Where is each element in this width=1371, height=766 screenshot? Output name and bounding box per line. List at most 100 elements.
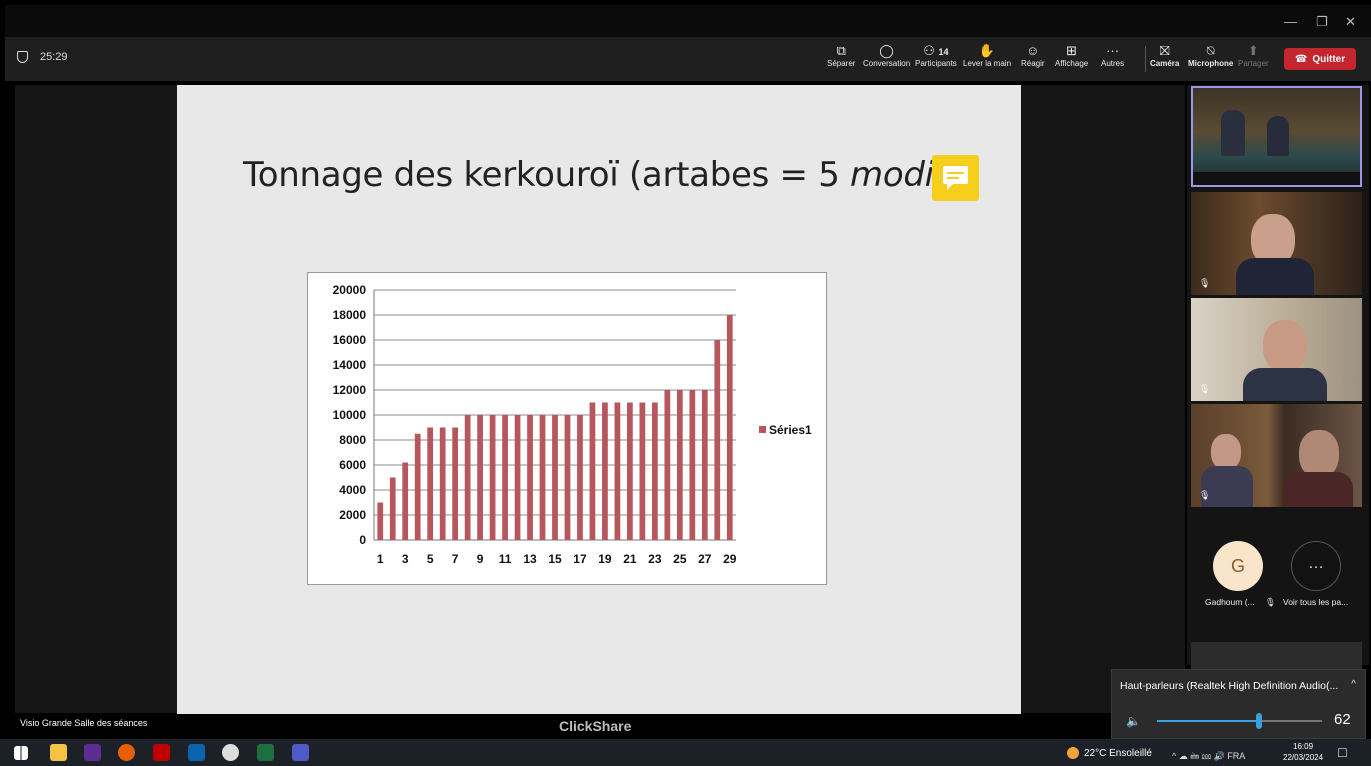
- pop-out-button[interactable]: ⧉ Séparer: [827, 43, 855, 68]
- taskbar-clock[interactable]: 16:09 22/03/2024: [1283, 741, 1323, 763]
- bar: [552, 415, 558, 540]
- start-icon[interactable]: [14, 746, 28, 760]
- x-tick-label: 21: [623, 552, 637, 566]
- volume-slider[interactable]: [1157, 713, 1322, 729]
- bar: [377, 502, 384, 540]
- panel-placeholder: [1191, 642, 1362, 672]
- video-tile-participant-2[interactable]: 🎙: [1191, 192, 1362, 295]
- bar: [714, 340, 721, 540]
- slide-title-main: Tonnage des kerkouroï (artabes = 5: [243, 155, 851, 195]
- video-tile-room[interactable]: [1191, 86, 1362, 187]
- comment-icon: [932, 155, 979, 201]
- react-button[interactable]: ☺ Réagir: [1021, 43, 1045, 68]
- camera-label: Caméra: [1150, 59, 1180, 68]
- speaker-icon[interactable]: 🔈: [1126, 714, 1141, 728]
- people-icon: ⚇ 14: [923, 43, 949, 58]
- room-label: Visio Grande Salle des séances: [18, 717, 150, 729]
- y-tick-label: 6000: [339, 458, 366, 472]
- system-tray[interactable]: ^ ☁ 🖮 ⅏ 🔊 FRA: [1172, 749, 1245, 765]
- grid-icon: ⊞: [1066, 43, 1078, 58]
- participants-count: 14: [938, 47, 949, 57]
- bar: [502, 415, 508, 540]
- x-tick-label: 17: [573, 552, 587, 566]
- screen: — ❐ ✕ 25:29 ⧉ Séparer ◯ Conversation ⚇ 1…: [0, 0, 1371, 766]
- bar: [726, 315, 733, 540]
- microphone-button[interactable]: ⍉ Microphone: [1188, 43, 1233, 68]
- see-all-label[interactable]: Voir tous les pa...: [1283, 597, 1348, 607]
- y-tick-label: 18000: [333, 308, 367, 322]
- bar: [689, 390, 696, 540]
- x-tick-label: 9: [477, 552, 484, 566]
- volume-slider-thumb[interactable]: [1256, 713, 1263, 729]
- y-tick-label: 0: [359, 533, 366, 547]
- see-all-participants-button[interactable]: ···: [1291, 541, 1341, 591]
- restore-button[interactable]: ❐: [1316, 14, 1328, 30]
- react-label: Réagir: [1021, 59, 1045, 68]
- x-tick-label: 19: [598, 552, 612, 566]
- browser-icon[interactable]: [222, 744, 239, 761]
- y-tick-label: 12000: [333, 383, 367, 397]
- share-label: Partager: [1238, 59, 1269, 68]
- chevron-up-icon[interactable]: ^: [1351, 679, 1356, 690]
- x-tick-label: 1: [377, 552, 384, 566]
- raise-hand-button[interactable]: ✋ Lever la main: [963, 43, 1011, 68]
- outlook-icon[interactable]: [188, 744, 205, 761]
- bar: [651, 402, 658, 540]
- file-explorer-icon[interactable]: [50, 744, 67, 761]
- more-icon: ···: [1106, 43, 1120, 58]
- mic-off-icon: 🎙: [1199, 490, 1211, 500]
- filezilla-icon[interactable]: [153, 744, 170, 761]
- participants-button[interactable]: ⚇ 14 Participants: [915, 43, 957, 68]
- bar: [439, 427, 446, 540]
- bar: [414, 433, 421, 540]
- bar: [564, 415, 571, 540]
- bar-chart-svg: 0 2000 4000 6000 8000 10000 12000 14000 16000 180…: [333, 283, 812, 566]
- microphone-label: Microphone: [1188, 59, 1234, 68]
- timer-text: 25:29: [40, 51, 68, 63]
- share-button[interactable]: ⬆ Partager: [1238, 43, 1269, 68]
- bar: [539, 415, 546, 540]
- bar: [639, 402, 646, 540]
- participant-name: Gadhoum (... 🎙: [1205, 597, 1276, 608]
- raise-hand-icon: ✋: [978, 43, 996, 58]
- teams-icon[interactable]: [292, 744, 309, 761]
- bar: [527, 415, 533, 540]
- avatar[interactable]: G: [1213, 541, 1263, 591]
- bar: [464, 415, 471, 540]
- y-tick-label: 2000: [339, 508, 366, 522]
- y-tick-label: 20000: [333, 283, 367, 297]
- more-button[interactable]: ··· Autres: [1101, 43, 1124, 68]
- x-tick-label: 29: [723, 552, 737, 566]
- firefox-icon[interactable]: [118, 744, 135, 761]
- clickshare-watermark: ClickShare: [559, 718, 632, 734]
- minimize-button[interactable]: —: [1284, 14, 1297, 29]
- audio-device-selector[interactable]: Haut-parleurs (Realtek High Definition A…: [1120, 680, 1338, 692]
- bar: [627, 402, 633, 540]
- x-tick-label: 23: [648, 552, 662, 566]
- view-button[interactable]: ⊞ Affichage: [1055, 43, 1088, 68]
- bar-chart: 0 2000 4000 6000 8000 10000 12000 14000 16000 180…: [307, 272, 827, 585]
- chat-button[interactable]: ◯ Conversation: [863, 43, 910, 68]
- mic-off-icon: ⍉: [1206, 43, 1215, 58]
- notification-icon[interactable]: ☐: [1337, 746, 1348, 760]
- toolbar-divider: [1145, 46, 1146, 72]
- video-tile-participant-4[interactable]: 🎙: [1191, 404, 1362, 507]
- excel-icon[interactable]: [257, 744, 274, 761]
- volume-slider-fill: [1157, 720, 1260, 722]
- x-tick-label: 15: [548, 552, 562, 566]
- weather-widget[interactable]: 22°C Ensoleillé: [1067, 747, 1152, 759]
- presentation-slide: Tonnage des kerkouroï (artabes = 5 modii…: [177, 85, 1021, 714]
- volume-flyout: Haut-parleurs (Realtek High Definition A…: [1111, 669, 1366, 739]
- video-tile-participant-3[interactable]: 🎙: [1191, 298, 1362, 401]
- participants-label: Participants: [915, 59, 957, 68]
- mic-off-icon: 🎙: [1199, 278, 1211, 288]
- app-icon[interactable]: [84, 744, 101, 761]
- camera-button[interactable]: ⛝ Caméra: [1150, 43, 1179, 68]
- y-tick-label: 14000: [333, 358, 367, 372]
- leave-meeting-button[interactable]: ☎ Quitter: [1284, 48, 1356, 70]
- weather-text: 22°C Ensoleillé: [1084, 747, 1152, 759]
- close-window-button[interactable]: ✕: [1345, 14, 1356, 30]
- bar: [589, 402, 596, 540]
- shield-icon: [17, 51, 28, 63]
- meeting-timer: 25:29: [17, 51, 68, 63]
